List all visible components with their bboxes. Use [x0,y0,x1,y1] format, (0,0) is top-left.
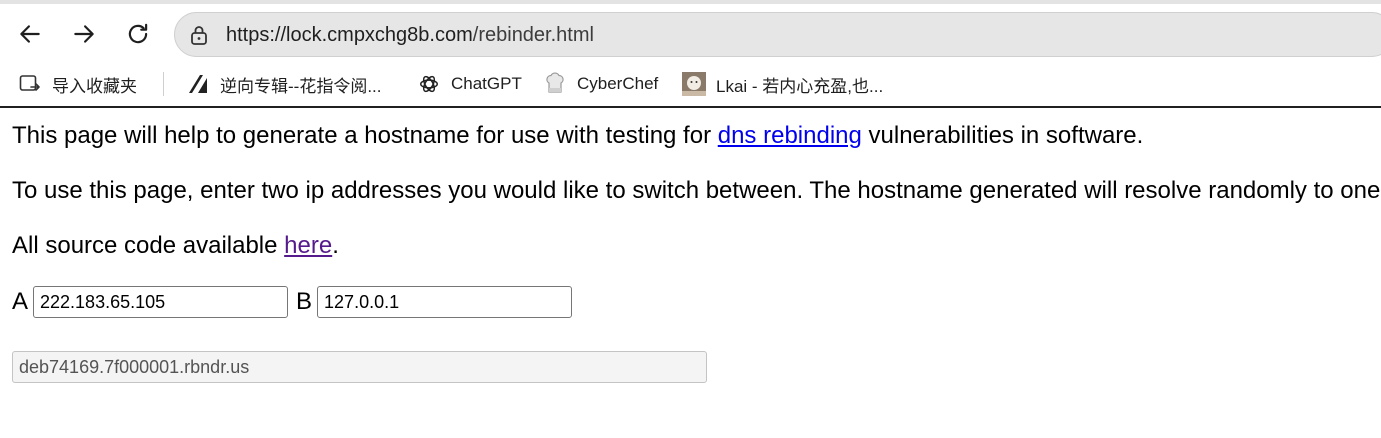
intro-text: This page will help to generate a hostna… [12,122,718,149]
bookmark-label: 导入收藏夹 [52,76,137,96]
ip-b-input[interactable] [317,286,573,318]
reload-icon [128,23,148,44]
dns-rebinding-link[interactable]: dns rebinding [718,122,862,149]
ip-b-label: B [296,288,313,315]
bookmark-cyberchef[interactable]: CyberChef [543,69,658,99]
page-content: This page will help to generate a hostna… [12,108,1381,438]
intro-text-end: vulnerabilities in software. [861,122,1144,149]
ip-address-row: A B [12,285,580,319]
source-period: . [332,232,339,259]
address-url-text: https://lock.cmpxchg8b.com/rebinder.html [226,23,594,47]
reload-button[interactable] [120,16,156,52]
bookmark-chatgpt[interactable]: ChatGPT [417,69,522,99]
bookmark-import[interactable]: 导入收藏夹 [18,69,137,99]
back-button[interactable] [12,16,48,52]
bookmark-favicon-icon [186,72,210,96]
window-top-edge [0,0,1381,4]
source-code-link[interactable]: here [284,232,332,259]
bookmarks-separator [163,72,164,96]
ip-a-label: A [12,288,29,315]
bookmark-lkai[interactable]: Lkai - 若内心充盈,也... [682,69,883,99]
bookmarks-bar: 导入收藏夹 逆向专辑--花指令阅... ChatGPT CyberChef Lk… [0,66,1381,106]
import-bookmarks-icon [18,72,42,96]
address-bar[interactable]: https://lock.cmpxchg8b.com/rebinder.html [174,12,1381,57]
usage-paragraph: To use this page, enter two ip addresses… [12,177,1381,204]
site-info-lock-icon[interactable] [187,23,211,47]
source-text: All source code available [12,232,285,259]
cyberchef-icon [543,72,567,96]
source-paragraph: All source code available here. [12,231,339,261]
bookmark-label: CyberChef [577,74,659,93]
forward-button[interactable] [66,16,102,52]
chatgpt-icon [417,72,441,96]
url-host: https://lock.cmpxchg8b.com [226,24,473,46]
browser-toolbar: https://lock.cmpxchg8b.com/rebinder.html [0,0,1381,66]
bookmark-reverse-album[interactable]: 逆向专辑--花指令阅... [186,69,382,99]
forward-arrow-icon [74,25,94,43]
back-arrow-icon [20,25,40,43]
url-path: /rebinder.html [472,24,594,46]
generated-hostname-field[interactable]: deb74169.7f000001.rbndr.us [12,351,707,383]
intro-paragraph: This page will help to generate a hostna… [12,121,1143,151]
avatar-favicon-icon [682,72,706,96]
ip-a-input[interactable] [33,286,289,318]
bookmark-label: ChatGPT [451,74,522,93]
bookmark-label: 逆向专辑--花指令阅... [220,76,382,96]
bookmark-label: Lkai - 若内心充盈,也... [716,76,884,96]
